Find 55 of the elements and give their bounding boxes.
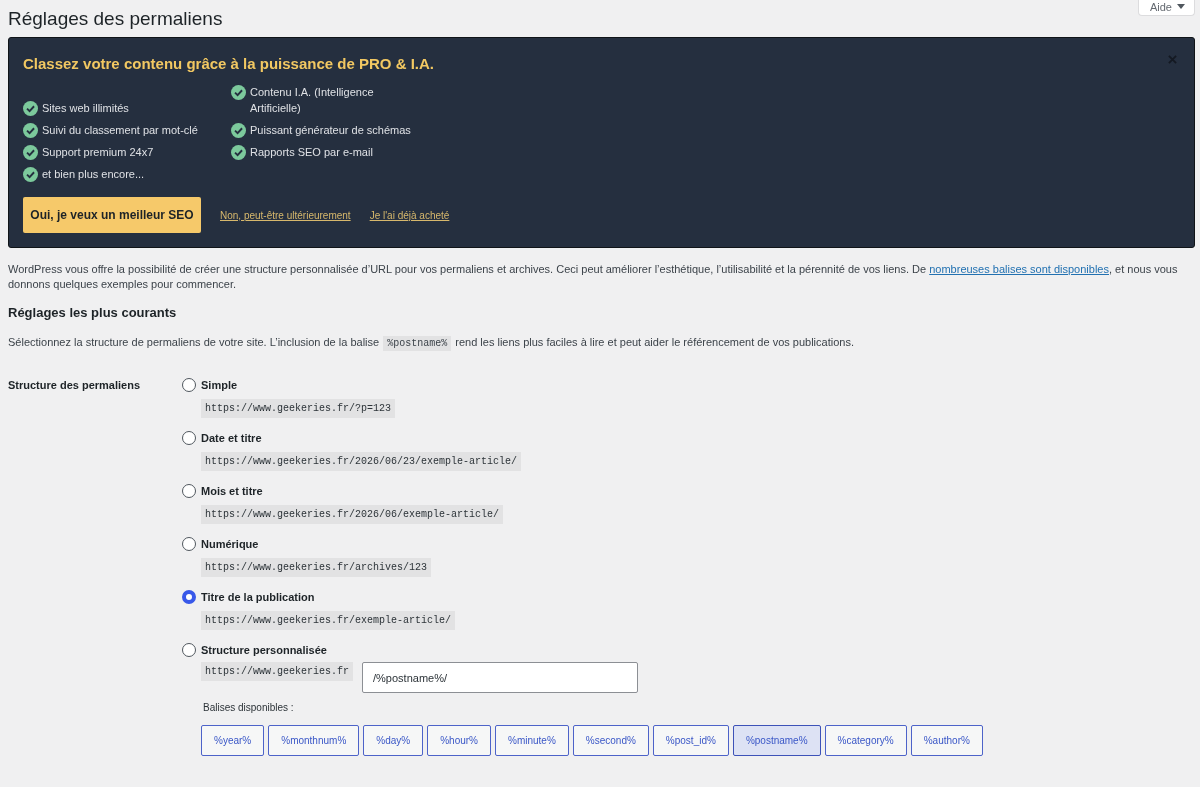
custom-structure-field[interactable]: /%postname%/ [362,662,639,693]
example-url: https://www.geekeries.fr/?p=123 [201,399,396,418]
tag-button[interactable]: %second% [572,725,649,756]
check-circle-icon [231,145,246,160]
option-label[interactable]: Date et titre [201,432,262,444]
check-circle-icon [23,145,38,160]
tag-button[interactable]: %year% [201,725,265,756]
option-label[interactable]: Simple [201,379,238,391]
section-heading: Réglages les plus courants [8,305,178,321]
tag-button[interactable]: %postname% [732,725,821,756]
banner-title: Classez votre contenu grâce à la puissance de PRO & I.A. [23,55,434,73]
feature-text: Contenu I.A. (Intelligence Artificielle) [250,85,375,116]
tag-button[interactable]: %day% [363,725,424,756]
section-description: Sélectionnez la structure de permaliens de votre site. L’inclusion de la balise %postname% rend les liens plus faciles à lire et peut aider le référencement de vos publications. [8,335,855,352]
help-button[interactable]: Aide [1137,0,1195,16]
tag-button[interactable]: %minute% [495,725,569,756]
tags-link[interactable]: nombreuses balises sont disponibles [929,263,1109,275]
tag-button[interactable]: %author% [910,725,983,756]
option-label[interactable]: Titre de la publication [201,591,315,603]
radio-button[interactable] [182,378,196,392]
banner-link[interactable]: Non, peut-être ultérieurement [220,209,351,221]
feature-text: Suivi du classement par mot-clé [42,123,198,138]
upgrade-button[interactable]: Oui, je veux un meilleur SEO [23,197,201,233]
radio-button[interactable] [182,537,196,551]
tag-button[interactable]: %post_id% [652,725,729,756]
feature-text: et bien plus encore... [42,167,145,182]
option-label[interactable]: Structure personnalisée [201,644,327,656]
check-circle-icon [231,85,246,100]
radio-button[interactable] [182,643,196,657]
tag-button[interactable]: %hour% [427,725,491,756]
radio-button[interactable] [182,431,196,445]
feature-text: Support premium 24x7 [42,145,154,160]
field-label: Structure des permaliens [8,378,142,393]
banner-link[interactable]: Je l'ai déjà acheté [369,209,450,221]
feature-text: Sites web illimités [42,101,129,116]
feature-text: Puissant générateur de schémas [250,123,411,138]
tag-button[interactable]: %category% [824,725,907,756]
radio-button[interactable] [182,590,196,604]
intro-text: WordPress vous offre la possibilité de créer une structure personnalisée d’URL pour vos permaliens et archives. Ceci peut améliorer l’esthétique, l’utilisabilité et la pérennité de vos liens. De nombreuses balises sont disponibles, et nous vous donnons quelques exemples pour commencer. [8,262,1179,292]
tags-label: Balises disponibles : [203,701,294,715]
feature-text: Rapports SEO par e-mail [250,145,373,160]
check-circle-icon [23,123,38,138]
example-url: https://www.geekeries.fr/2026/06/23/exemple-article/ [201,452,522,471]
tag-button[interactable]: %monthnum% [268,725,360,756]
url-prefix: https://www.geekeries.fr [201,662,354,681]
option-label[interactable]: Mois et titre [201,485,263,497]
check-circle-icon [23,101,38,116]
check-circle-icon [231,123,246,138]
example-url: https://www.geekeries.fr/archives/123 [201,558,432,577]
example-url: https://www.geekeries.fr/exemple-article/ [201,611,456,630]
example-url: https://www.geekeries.fr/2026/06/exemple-article/ [201,505,504,524]
radio-button[interactable] [182,484,196,498]
page-title: Réglages des permaliens [8,8,223,30]
option-label[interactable]: Numérique [201,538,259,550]
check-circle-icon [23,167,38,182]
